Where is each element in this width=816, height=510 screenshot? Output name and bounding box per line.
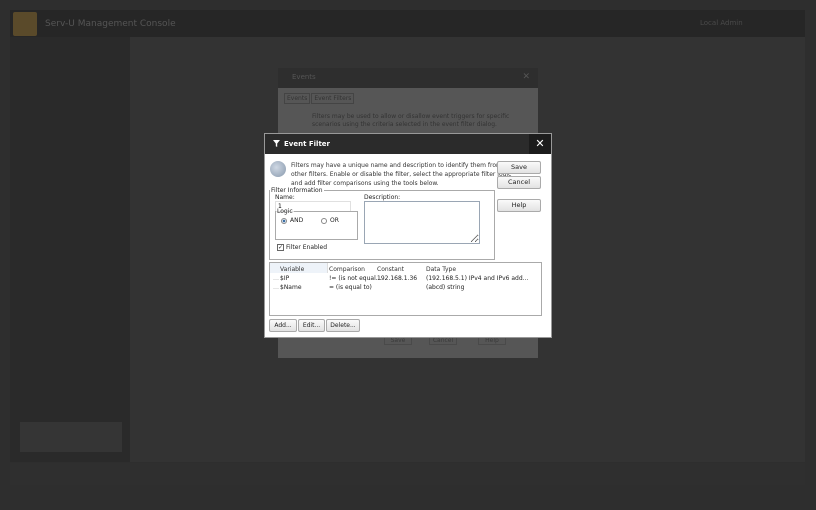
column-header-constant[interactable]: Constant — [377, 266, 404, 273]
dialog-title: Event Filter — [265, 134, 551, 154]
table-row[interactable]: … $Name = (is equal to) (abcd) string — [270, 284, 541, 293]
close-icon[interactable]: ✕ — [522, 72, 530, 82]
user-menu[interactable]: Local Admin — [700, 19, 743, 27]
footer — [10, 463, 805, 485]
column-header-comparison[interactable]: Comparison — [329, 266, 365, 273]
logic-or-label: OR — [330, 217, 339, 224]
sidebar-info-box — [20, 422, 122, 452]
description-input[interactable] — [364, 201, 480, 244]
cell-constant: 192.168.1.36 — [377, 275, 418, 282]
events-dialog-title: Events — [278, 68, 538, 88]
cell-variable: $IP — [280, 275, 290, 282]
tab-event-filters[interactable]: Event Filters — [311, 93, 355, 104]
cell-variable: $Name — [280, 284, 302, 291]
sidebar — [10, 37, 130, 462]
column-header-variable[interactable]: Variable — [280, 266, 304, 273]
events-tabs: Events Event Filters — [284, 93, 355, 104]
help-button[interactable]: Help — [497, 199, 541, 212]
checkmark-icon: ✓ — [277, 244, 284, 251]
logic-and-radio[interactable]: AND — [281, 217, 303, 224]
cell-comparison: = (is equal to) — [329, 284, 372, 291]
cancel-button[interactable]: Cancel — [497, 176, 541, 189]
radio-selected-icon — [281, 217, 287, 224]
radio-unselected-icon — [321, 217, 327, 224]
cell-data-type: (192.168.5.1) IPv4 and IPv6 add... — [426, 275, 529, 282]
tab-events[interactable]: Events — [284, 93, 311, 104]
logic-legend: Logic — [277, 208, 293, 215]
event-filter-dialog: Event Filter ✕ Filters may have a unique… — [264, 133, 552, 338]
app-logo — [13, 12, 37, 36]
edit-button[interactable]: Edit... — [298, 319, 325, 332]
logic-and-label: AND — [290, 217, 304, 224]
name-label: Name: — [275, 194, 295, 201]
funnel-icon — [273, 140, 280, 147]
description-label: Description: — [364, 194, 401, 201]
filter-enabled-checkbox[interactable]: ✓ Filter Enabled — [277, 244, 327, 251]
logic-group: Logic — [275, 208, 358, 240]
cell-data-type: (abcd) string — [426, 284, 465, 291]
cell-comparison: != (is not equal... — [329, 275, 382, 282]
delete-button[interactable]: Delete... — [326, 319, 360, 332]
filter-enabled-label: Filter Enabled — [286, 244, 328, 251]
filter-info-icon — [270, 161, 286, 177]
close-icon[interactable]: ✕ — [529, 134, 551, 154]
table-row[interactable]: … $IP != (is not equal... 192.168.1.36 (… — [270, 275, 541, 284]
filter-information-legend: Filter Information — [271, 187, 323, 194]
app-title: Serv-U Management Console — [45, 19, 176, 29]
events-description: Filters may be used to allow or disallow… — [312, 113, 510, 128]
logic-or-radio[interactable]: OR — [321, 217, 339, 224]
comparisons-table: Variable Comparison Constant Data Type …… — [269, 262, 542, 316]
save-button[interactable]: Save — [497, 161, 541, 174]
column-header-data-type[interactable]: Data Type — [426, 266, 456, 273]
dialog-intro: Filters may have a unique name and descr… — [291, 162, 512, 187]
add-button[interactable]: Add... — [269, 319, 297, 332]
